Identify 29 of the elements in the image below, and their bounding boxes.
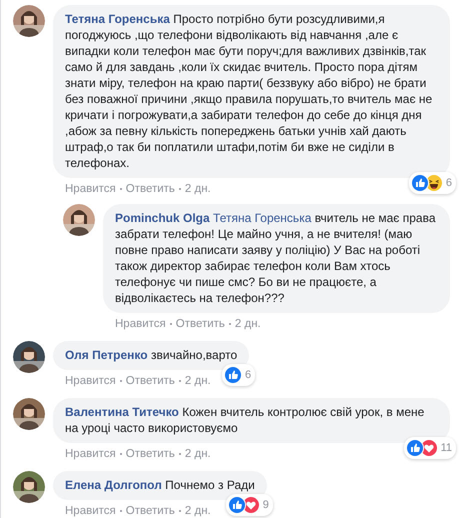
like-link[interactable]: Нравится: [65, 183, 116, 195]
reply-link[interactable]: Ответить: [176, 318, 225, 330]
like-link[interactable]: Нравится: [65, 505, 116, 517]
comment-text: Pominchuk Olga Тетяна Горенська вчитель не має права забрати телефон! Це майно учня, а не вчителя! (маю повне право написати заяву у поліцію) У Вас на роботі також директор забирає телефон коли Вам хтось телефонує чи пише смс? Бо ви не працюєте, а відволікаєтесь на телефон???: [115, 210, 437, 306]
comment-text: Валентина Титечко Кожен вчитель контролює свій урок, в мене на уроці часто використовуємо: [65, 404, 426, 436]
timestamp: 2 дн.: [184, 505, 211, 517]
comment-text: Оля Петренко звичайно,варто: [65, 347, 238, 363]
timestamp: 2 дн.: [184, 448, 211, 460]
reaction-badge[interactable]: 6: [222, 364, 256, 386]
reply-link[interactable]: Ответить: [126, 183, 175, 195]
like-link[interactable]: Нравится: [65, 448, 116, 460]
comment-text: Тетяна Горенська Просто потрібно бути розсудливими,я погоджуюсь ,що телефони відволікають від навчання ,але є випадки коли телефон має бути поруч;для важливих дзвінків,так само й для завдань ,коли їх скидає вчитель. Просто пора дітям знати міру, телефон на краю парти( беззвуку або вібро) не брати без поважної причини ,якщо правила порушать,то вчитель має не кричати і погрожувати,а забирати телефон до себе до кінця дня ,абож за певну кількість попереджень батьки учнів хай дають штраф,о так би поплатили штафи,потім би вже не сиділи в телефонах.: [65, 11, 434, 171]
reply-link[interactable]: Ответить: [126, 505, 175, 517]
like-icon: [225, 367, 242, 383]
reaction-badge[interactable]: 11: [404, 437, 456, 459]
comment-text: Елена Долгопол Почнемо з Ради: [65, 477, 255, 493]
reply-link[interactable]: Ответить: [126, 448, 175, 460]
like-icon: [412, 175, 428, 191]
timestamp: 2 дн.: [184, 375, 211, 387]
like-icon: [406, 440, 423, 456]
reply-link[interactable]: Ответить: [126, 375, 175, 387]
reaction-badge[interactable]: 6: [408, 172, 456, 194]
reaction-badge[interactable]: 9: [226, 494, 273, 516]
like-link[interactable]: Нравится: [65, 375, 116, 387]
timestamp: 2 дн.: [184, 183, 211, 195]
laughing-emoji-icon: [426, 175, 442, 191]
timestamp: 2 дн.: [234, 318, 261, 330]
like-icon: [228, 497, 245, 513]
like-link[interactable]: Нравится: [115, 318, 166, 330]
